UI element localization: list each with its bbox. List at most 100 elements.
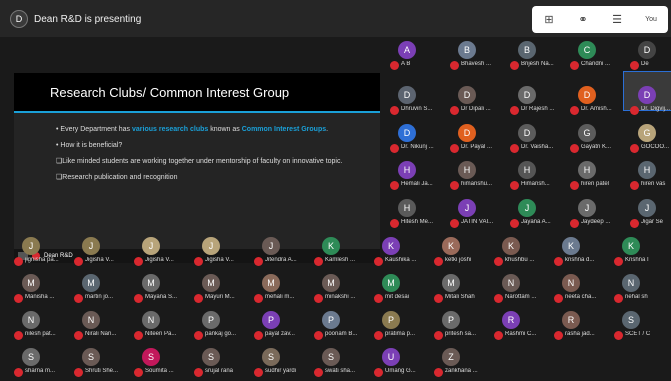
avatar: K [502, 237, 520, 255]
slide-bullet-2: • How it is beneficial? [56, 142, 123, 149]
participant-tile[interactable]: J Jigar Se [630, 199, 671, 231]
participant-tile[interactable]: J Jaydeep ... [570, 199, 630, 231]
participant-name: Jigisha V... [85, 257, 114, 263]
participant-tile[interactable]: D De [630, 41, 671, 73]
slide-bullet-4: ❑Research publication and recognition [56, 174, 178, 181]
avatar: N [142, 311, 160, 329]
participant-tile[interactable]: S SCET / C [614, 311, 671, 343]
avatar: G [638, 124, 656, 142]
meeting-stage: Research Clubs/ Common Interest Group • … [0, 37, 671, 381]
participant-tile[interactable]: Mminakshi ... [314, 274, 374, 306]
avatar: P [322, 311, 340, 329]
participant-tile[interactable]: Ppankaj go... [194, 311, 254, 343]
participant-tile[interactable]: Kketki joshi [434, 237, 494, 269]
participant-tile[interactable]: N Niteen Pa... [134, 311, 194, 343]
participant-tile[interactable]: Rrasha jad... [554, 311, 614, 343]
participant-tile[interactable]: M Manisha ... [14, 274, 74, 306]
participant-name: Dr. Amish... [581, 106, 612, 112]
participant-name: Mayana S... [145, 294, 178, 300]
participant-tile[interactable]: D Dhruvin S... [390, 86, 450, 118]
participant-tile[interactable]: Nneeta cha... [554, 274, 614, 306]
participant-tile[interactable]: J Jayana A... [510, 199, 570, 231]
participant-tile[interactable]: D Dr Rajesh ... [510, 86, 570, 118]
participant-tile[interactable]: Ppoonam B... [314, 311, 374, 343]
participant-tile[interactable]: H Hemali Ja... [390, 161, 450, 193]
participant-tile[interactable]: Nnilesh pat... [14, 311, 74, 343]
participant-tile[interactable]: K Kaushika ... [374, 237, 434, 269]
participant-tile[interactable]: Kkhushbu ... [494, 237, 554, 269]
participant-tile[interactable]: N Nirali Nan... [74, 311, 134, 343]
participant-tile[interactable]: Ssudhir yardi [254, 348, 314, 380]
participant-tile[interactable]: R Rashmi C... [494, 311, 554, 343]
participant-tile[interactable]: J Jigisha V... [194, 237, 254, 269]
participant-tile[interactable]: S Soumita ... [134, 348, 194, 380]
participant-tile[interactable]: S Shruti She... [74, 348, 134, 380]
participant-tile[interactable]: M Mitali Shah [434, 274, 494, 306]
participant-tile[interactable]: Hhimanshu... [450, 161, 510, 193]
participant-tile[interactable]: G Gayatri K... [570, 124, 630, 156]
participant-tile[interactable]: Zzankhana ... [434, 348, 494, 380]
grid-view-icon[interactable]: ⊞ [537, 13, 561, 26]
view-toolbar: ⊞ ⚭ ☰ You [532, 6, 668, 33]
participant-tile[interactable]: J Jigisha V... [134, 237, 194, 269]
participant-tile[interactable]: D Dr. Digvij... [630, 86, 671, 118]
participant-name: Shruti She... [85, 368, 119, 374]
mic-muted-icon [434, 257, 443, 266]
participant-tile[interactable]: J JATIN VAI... [450, 199, 510, 231]
participant-tile[interactable]: Mmit desai [374, 274, 434, 306]
participant-tile[interactable]: J Jitendra A... [254, 237, 314, 269]
participant-tile[interactable]: Mmehali m... [254, 274, 314, 306]
chat-icon[interactable]: ☰ [605, 13, 629, 26]
participant-tile[interactable]: Ssrujal rana [194, 348, 254, 380]
avatar: M [82, 274, 100, 292]
participant-tile[interactable]: K Krishna I [614, 237, 671, 269]
mic-muted-icon [74, 331, 83, 340]
avatar: J [638, 199, 656, 217]
participant-tile[interactable]: H Himansh... [510, 161, 570, 193]
participants-icon[interactable]: ⚭ [571, 13, 595, 26]
participant-tile[interactable]: Nnehal sh [614, 274, 671, 306]
participant-name: Dr. Digvij... [641, 106, 671, 112]
participant-tile[interactable]: D Dr. Amish... [570, 86, 630, 118]
participant-tile[interactable]: Sswati sha... [314, 348, 374, 380]
mic-muted-icon [194, 331, 203, 340]
participant-tile[interactable]: Ppayal zav... [254, 311, 314, 343]
participant-tile[interactable]: C Chandni ... [570, 41, 630, 73]
participant-tile[interactable]: D Dr. Nikunj ... [390, 124, 450, 156]
participant-tile[interactable]: D Dr. Vaisha... [510, 124, 570, 156]
participant-tile[interactable]: M Mayuri M... [194, 274, 254, 306]
participant-tile[interactable]: Hhiren patel [570, 161, 630, 193]
participant-tile[interactable]: D Dr Dipali ... [450, 86, 510, 118]
participant-tile[interactable]: Ppritesh sa... [434, 311, 494, 343]
avatar: M [262, 274, 280, 292]
participant-tile[interactable]: U Umang G... [374, 348, 434, 380]
mic-muted-icon [630, 144, 639, 153]
avatar: S [82, 348, 100, 366]
participant-tile[interactable]: M Mayana S... [134, 274, 194, 306]
participant-name: jignisha pa... [25, 257, 59, 263]
participant-tile[interactable]: B Brijesh Na... [510, 41, 570, 73]
participant-name: nehal sh [625, 294, 648, 300]
mic-muted-icon [74, 294, 83, 303]
participant-name: Hemali Ja... [401, 181, 433, 187]
participant-tile[interactable]: J Jigisha V... [74, 237, 134, 269]
participant-tile[interactable]: Ssharna m... [14, 348, 74, 380]
participant-tile[interactable]: Ppratima p... [374, 311, 434, 343]
mic-muted-icon [374, 368, 383, 377]
participant-tile[interactable]: B Bhavesh ... [450, 41, 510, 73]
participant-tile[interactable]: N Narottam ... [494, 274, 554, 306]
participant-tile[interactable]: H Hitesh Me... [390, 199, 450, 231]
participant-tile[interactable]: Mmartin jo... [74, 274, 134, 306]
participant-tile[interactable]: K Kamlesh ... [314, 237, 374, 269]
mic-muted-icon [614, 257, 623, 266]
avatar: M [382, 274, 400, 292]
participant-tile[interactable]: D Dr. Payal ... [450, 124, 510, 156]
participant-tile[interactable]: Hhiren vas [630, 161, 671, 193]
participant-name: Jigisha V... [205, 257, 234, 263]
participant-tile[interactable]: Kkrishna d... [554, 237, 614, 269]
avatar: S [322, 348, 340, 366]
participant-tile[interactable]: Jjignisha pa... [14, 237, 74, 269]
participant-tile[interactable]: A A B [390, 41, 450, 73]
participant-tile[interactable]: G GOCOO... [630, 124, 671, 156]
slide-title: Research Clubs/ Common Interest Group [14, 73, 380, 111]
